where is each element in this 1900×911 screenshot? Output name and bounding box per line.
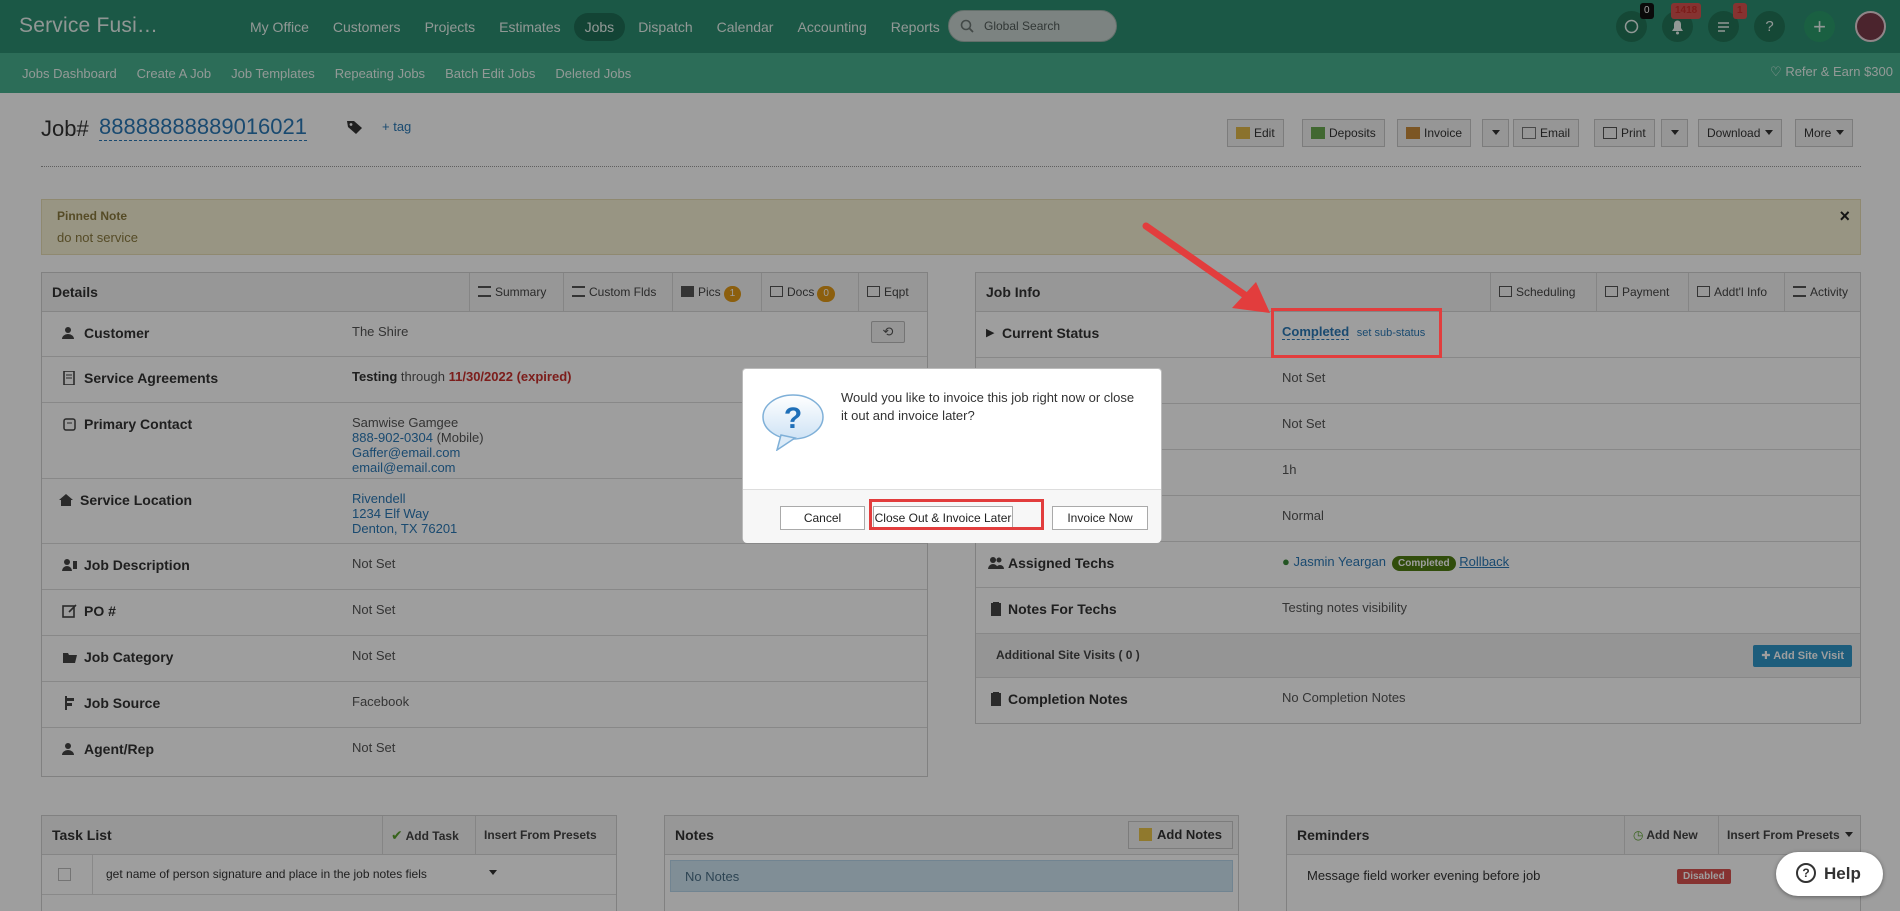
button-highlight-box xyxy=(869,499,1044,530)
dialog-message: Would you like to invoice this job right… xyxy=(841,390,1135,423)
cancel-button[interactable]: Cancel xyxy=(780,506,865,530)
help-button[interactable]: ? Help xyxy=(1776,852,1883,896)
question-bubble-icon: ? xyxy=(762,394,824,451)
svg-text:?: ? xyxy=(784,402,802,435)
invoice-now-button[interactable]: Invoice Now xyxy=(1052,506,1148,530)
help-question-icon: ? xyxy=(1796,863,1816,883)
red-arrow-annotation xyxy=(1142,222,1270,313)
status-highlight-box xyxy=(1271,308,1442,358)
